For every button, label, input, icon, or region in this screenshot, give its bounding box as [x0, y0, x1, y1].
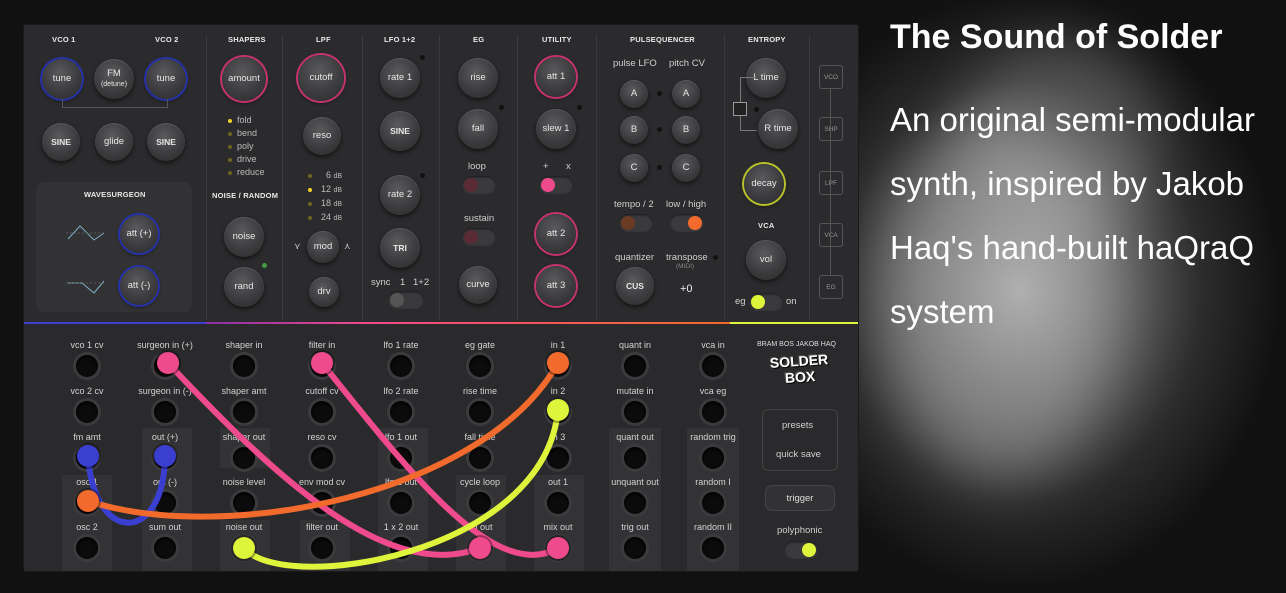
cable-plug-pink[interactable]: [311, 352, 333, 374]
patch-cables: [85, 360, 561, 570]
cable-plug-blue[interactable]: [77, 445, 99, 467]
cable-plug-orange[interactable]: [77, 490, 99, 512]
description: An original semi-modular synth, inspired…: [890, 101, 1255, 330]
headline: The Sound of Solder: [890, 18, 1223, 56]
cable-plug-pink[interactable]: [157, 352, 179, 374]
cable-yellow-1: [241, 407, 561, 570]
cable-plug-pink[interactable]: [547, 537, 569, 559]
cable-plug-blue[interactable]: [154, 445, 176, 467]
synth-panel: VCO 1 VCO 2 SHAPERS LPF LFO 1+2 EG UTILI…: [24, 25, 858, 571]
cable-plug-yellow[interactable]: [233, 537, 255, 559]
cable-plug-pink[interactable]: [469, 537, 491, 559]
cable-plug-orange[interactable]: [547, 352, 569, 374]
cable-pink-1: [165, 360, 483, 558]
cable-plug-yellow[interactable]: [547, 399, 569, 421]
